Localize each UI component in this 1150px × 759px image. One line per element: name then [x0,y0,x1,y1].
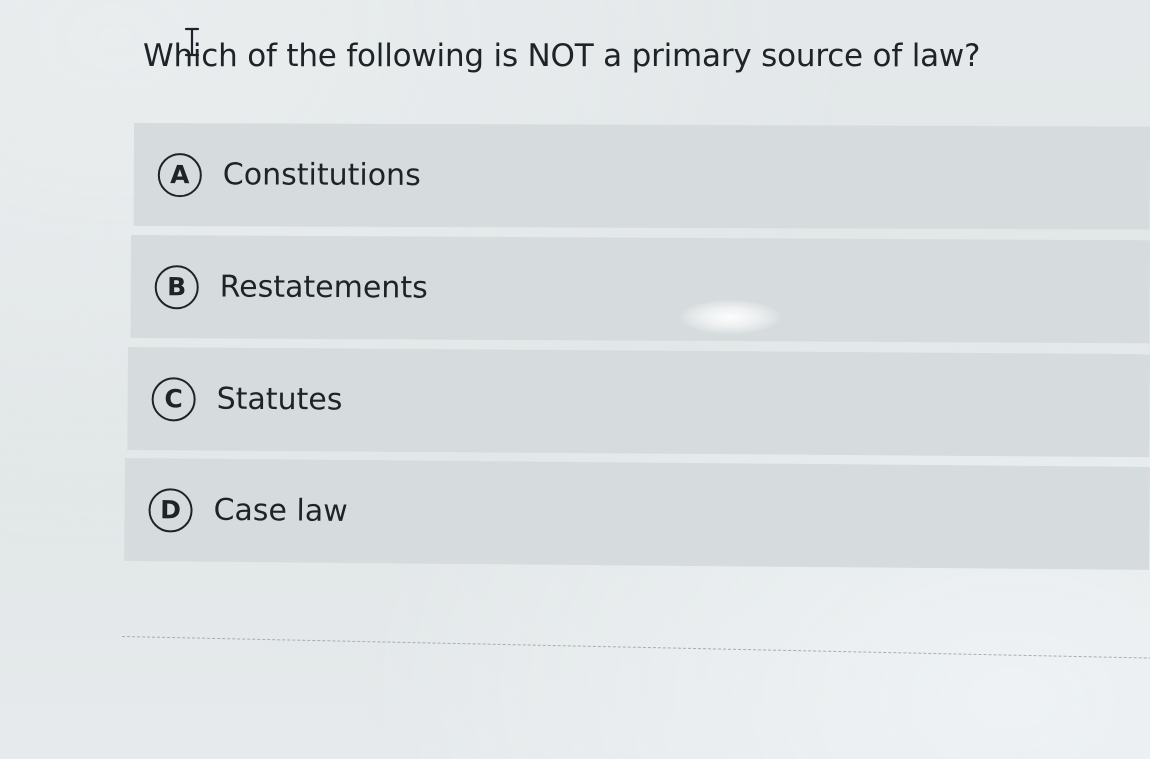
option-b[interactable]: B Restatements [130,235,1150,344]
option-d[interactable]: D Case law [124,458,1150,570]
dashed-divider [121,636,1150,659]
option-c-letter: C [151,376,196,421]
option-c-label: Statutes [216,381,343,418]
option-a[interactable]: A Constitutions [133,123,1150,230]
option-d-label: Case law [213,492,348,529]
option-c[interactable]: C Statutes [127,347,1150,458]
option-b-letter: B [154,264,199,309]
option-a-letter: A [157,152,202,197]
option-b-label: Restatements [219,269,428,306]
option-d-letter: D [148,487,193,533]
answer-options: A Constitutions B Restatements C Statute… [0,0,1150,600]
option-a-label: Constitutions [222,157,421,194]
